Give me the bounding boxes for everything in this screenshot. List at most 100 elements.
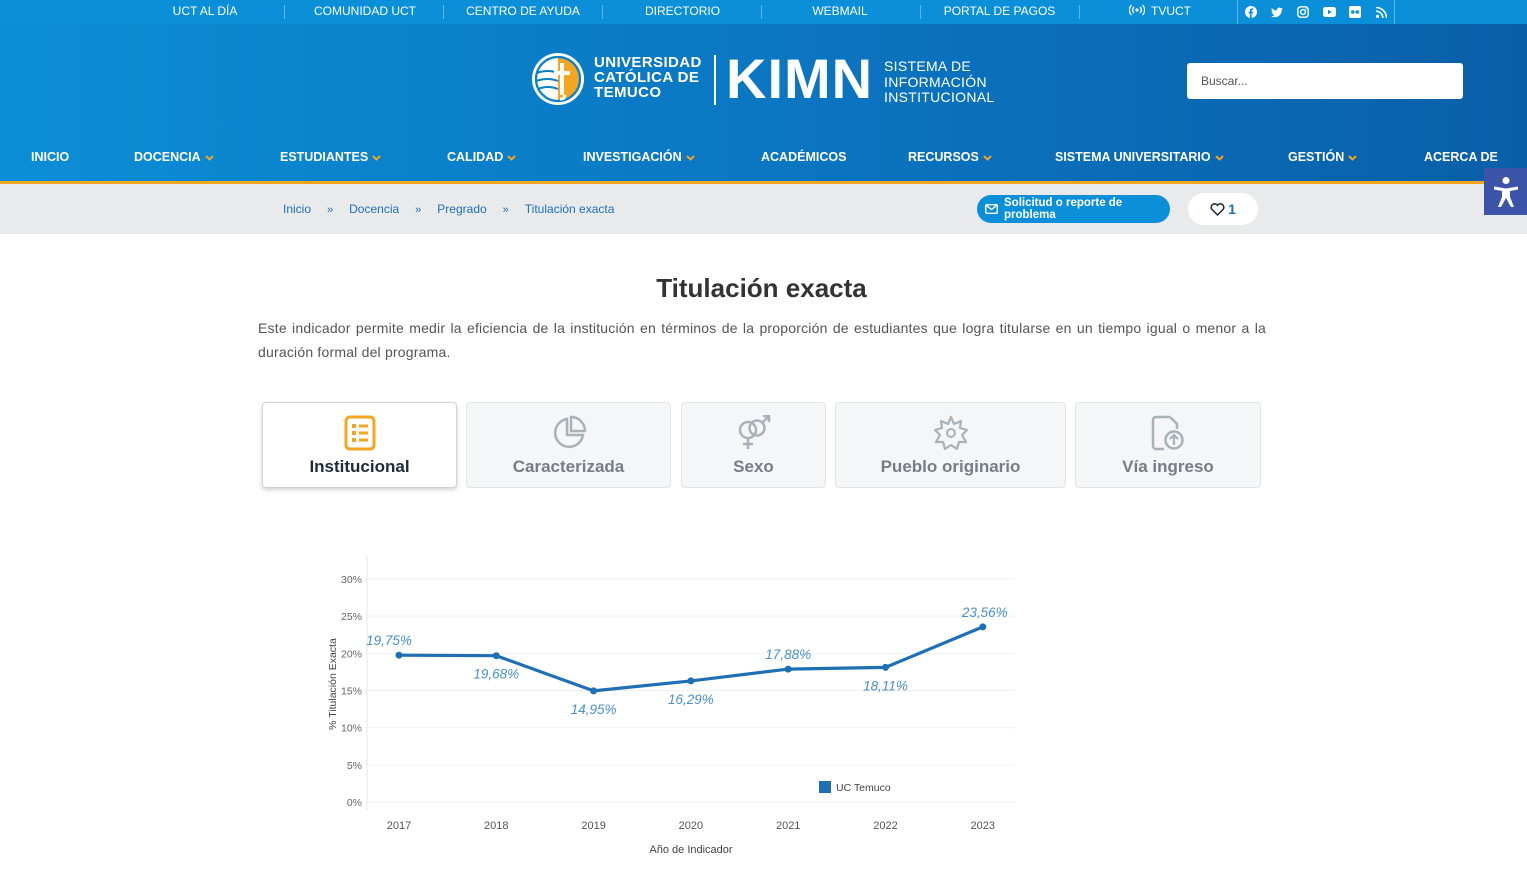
- search-input[interactable]: [1187, 63, 1463, 99]
- link-webmail[interactable]: WEBMAIL: [805, 0, 875, 24]
- y-tick-label: 25%: [341, 611, 362, 623]
- titulacion-line-chart: 0% 5% 10% 15% 20% 25% 30% 2017 2018 2019 2020 2021 2…: [327, 556, 1015, 856]
- document-upload-icon: [1076, 415, 1260, 453]
- divider: [920, 5, 921, 19]
- breadcrumb-pregrado[interactable]: Pregrado: [437, 202, 486, 216]
- favorites-count: 1: [1228, 201, 1236, 217]
- broadcast-icon: [1128, 4, 1146, 16]
- flickr-icon[interactable]: [1348, 5, 1362, 19]
- report-problem-button[interactable]: Solicitud o reporte de problema: [977, 195, 1170, 223]
- uct-line: CATÓLICA DE: [594, 69, 700, 86]
- link-tvuct[interactable]: TVUCT: [1120, 0, 1200, 24]
- favorites-button[interactable]: 1: [1188, 193, 1258, 225]
- nav-item-academicos[interactable]: ACADÉMICOS: [761, 143, 846, 171]
- tab-via-ingreso[interactable]: Vía ingreso: [1075, 402, 1261, 488]
- y-axis-title: % Titulación Exacta: [327, 638, 339, 730]
- x-tick-label: 2018: [484, 820, 508, 832]
- nav-item-recursos[interactable]: RECURSOS: [908, 143, 992, 171]
- data-point: [979, 623, 987, 631]
- page-title: Titulación exacta: [656, 273, 867, 303]
- social-links: [1237, 0, 1395, 24]
- envelope-icon: [985, 204, 998, 214]
- nav-item-acerca-de[interactable]: ACERCA DE: [1424, 143, 1498, 171]
- chevron-down-icon: [1214, 154, 1224, 161]
- uct-emblem-icon: [532, 53, 584, 105]
- instagram-icon[interactable]: [1296, 5, 1310, 19]
- logo-divider: [714, 55, 716, 105]
- y-tick-label: 0%: [347, 797, 362, 809]
- breadcrumb-separator: »: [415, 204, 422, 216]
- link-portal-de-pagos[interactable]: PORTAL DE PAGOS: [942, 0, 1057, 24]
- nav-item-sistema-universitario[interactable]: SISTEMA UNIVERSITARIO: [1055, 143, 1224, 171]
- breadcrumb-bar: Inicio » Docencia » Pregrado » Titulación exac…: [0, 184, 1527, 234]
- link-directorio[interactable]: DIRECTORIO: [640, 0, 725, 24]
- flower-icon: [836, 415, 1065, 453]
- accessibility-icon: [1493, 176, 1518, 207]
- nav-item-calidad[interactable]: CALIDAD: [447, 143, 516, 171]
- data-point: [784, 665, 792, 673]
- data-label: 23,56%: [961, 605, 1008, 620]
- y-tick-label: 10%: [341, 723, 362, 735]
- breadcrumb-separator: »: [327, 204, 334, 216]
- facebook-icon[interactable]: [1244, 5, 1258, 19]
- nav-item-gestion[interactable]: GESTIÓN: [1288, 143, 1357, 171]
- chevron-down-icon: [1348, 154, 1357, 161]
- tab-institucional[interactable]: Institucional: [262, 402, 457, 488]
- x-tick-label: 2021: [776, 820, 800, 832]
- nav-label: DOCENCIA: [134, 150, 201, 164]
- main-nav: INICIO DOCENCIA ESTUDIANTES CALIDAD INVE…: [0, 143, 1527, 171]
- divider: [602, 5, 603, 19]
- nav-item-docencia[interactable]: DOCENCIA: [134, 143, 214, 171]
- sistema-wordmark: SISTEMA DE INFORMACIÓN INSTITUCIONAL: [884, 58, 994, 106]
- divider: [1079, 5, 1080, 19]
- data-label: 19,68%: [473, 667, 519, 682]
- chevron-down-icon: [507, 154, 516, 161]
- breadcrumb-docencia[interactable]: Docencia: [349, 202, 399, 216]
- tab-sexo[interactable]: Sexo: [681, 402, 826, 488]
- x-axis-title: Año de Indicador: [649, 844, 733, 856]
- youtube-icon[interactable]: [1322, 5, 1336, 19]
- data-label: 16,29%: [668, 692, 714, 707]
- nav-label: ACERCA DE: [1424, 150, 1498, 164]
- kimn-wordmark: KIMN: [726, 47, 874, 110]
- data-label: 18,11%: [863, 678, 908, 693]
- breadcrumb-inicio[interactable]: Inicio: [283, 202, 311, 216]
- sistema-line: SISTEMA DE: [884, 58, 972, 74]
- nav-item-inicio[interactable]: INICIO: [31, 143, 69, 171]
- divider: [761, 5, 762, 19]
- report-problem-label: Solicitud o reporte de problema: [1004, 197, 1123, 221]
- nav-label: INVESTIGACIÓN: [583, 150, 682, 164]
- chevron-down-icon: [685, 154, 695, 161]
- link-comunidad-uct[interactable]: COMUNIDAD UCT: [310, 0, 420, 24]
- twitter-icon[interactable]: [1270, 5, 1284, 19]
- nav-label: ESTUDIANTES: [280, 150, 369, 164]
- rss-icon[interactable]: [1374, 5, 1388, 19]
- x-tick-label: 2020: [679, 820, 703, 832]
- nav-label: INICIO: [31, 150, 70, 164]
- nav-item-investigacion[interactable]: INVESTIGACIÓN: [583, 143, 695, 171]
- tab-pueblo-originario[interactable]: Pueblo originario: [835, 402, 1066, 488]
- tab-label: Sexo: [733, 457, 774, 476]
- nav-item-estudiantes[interactable]: ESTUDIANTES: [280, 143, 381, 171]
- site-logo[interactable]: UNIVERSIDAD CATÓLICA DE TEMUCO KIMN SIST…: [530, 51, 1000, 111]
- breadcrumb: Inicio » Docencia » Pregrado » Titulación exac…: [283, 202, 614, 216]
- accessibility-button[interactable]: [1484, 168, 1527, 215]
- uct-wordmark: UNIVERSIDAD CATÓLICA DE TEMUCO: [594, 55, 702, 100]
- link-centro-de-ayuda[interactable]: CENTRO DE AYUDA: [465, 0, 581, 24]
- list-icon: [263, 415, 456, 453]
- data-label: 17,88%: [765, 647, 811, 662]
- breadcrumb-current: Titulación exacta: [524, 202, 615, 216]
- y-tick-label: 15%: [341, 686, 362, 698]
- uct-line: UNIVERSIDAD: [594, 54, 702, 71]
- tab-label: Vía ingreso: [1122, 457, 1214, 476]
- x-tick-label: 2017: [387, 820, 411, 832]
- divider: [443, 5, 444, 19]
- data-point: [687, 677, 695, 685]
- tab-label: Pueblo originario: [880, 457, 1021, 476]
- link-uct-al-dia[interactable]: UCT AL DÍA: [165, 0, 245, 24]
- tab-caracterizada[interactable]: Caracterizada: [466, 402, 671, 488]
- divider: [284, 5, 285, 19]
- nav-label: SISTEMA UNIVERSITARIO: [1055, 150, 1211, 164]
- data-label: 19,75%: [366, 633, 412, 648]
- utility-bar: UCT AL DÍA COMUNIDAD UCT CENTRO DE AYUDA…: [0, 0, 1527, 24]
